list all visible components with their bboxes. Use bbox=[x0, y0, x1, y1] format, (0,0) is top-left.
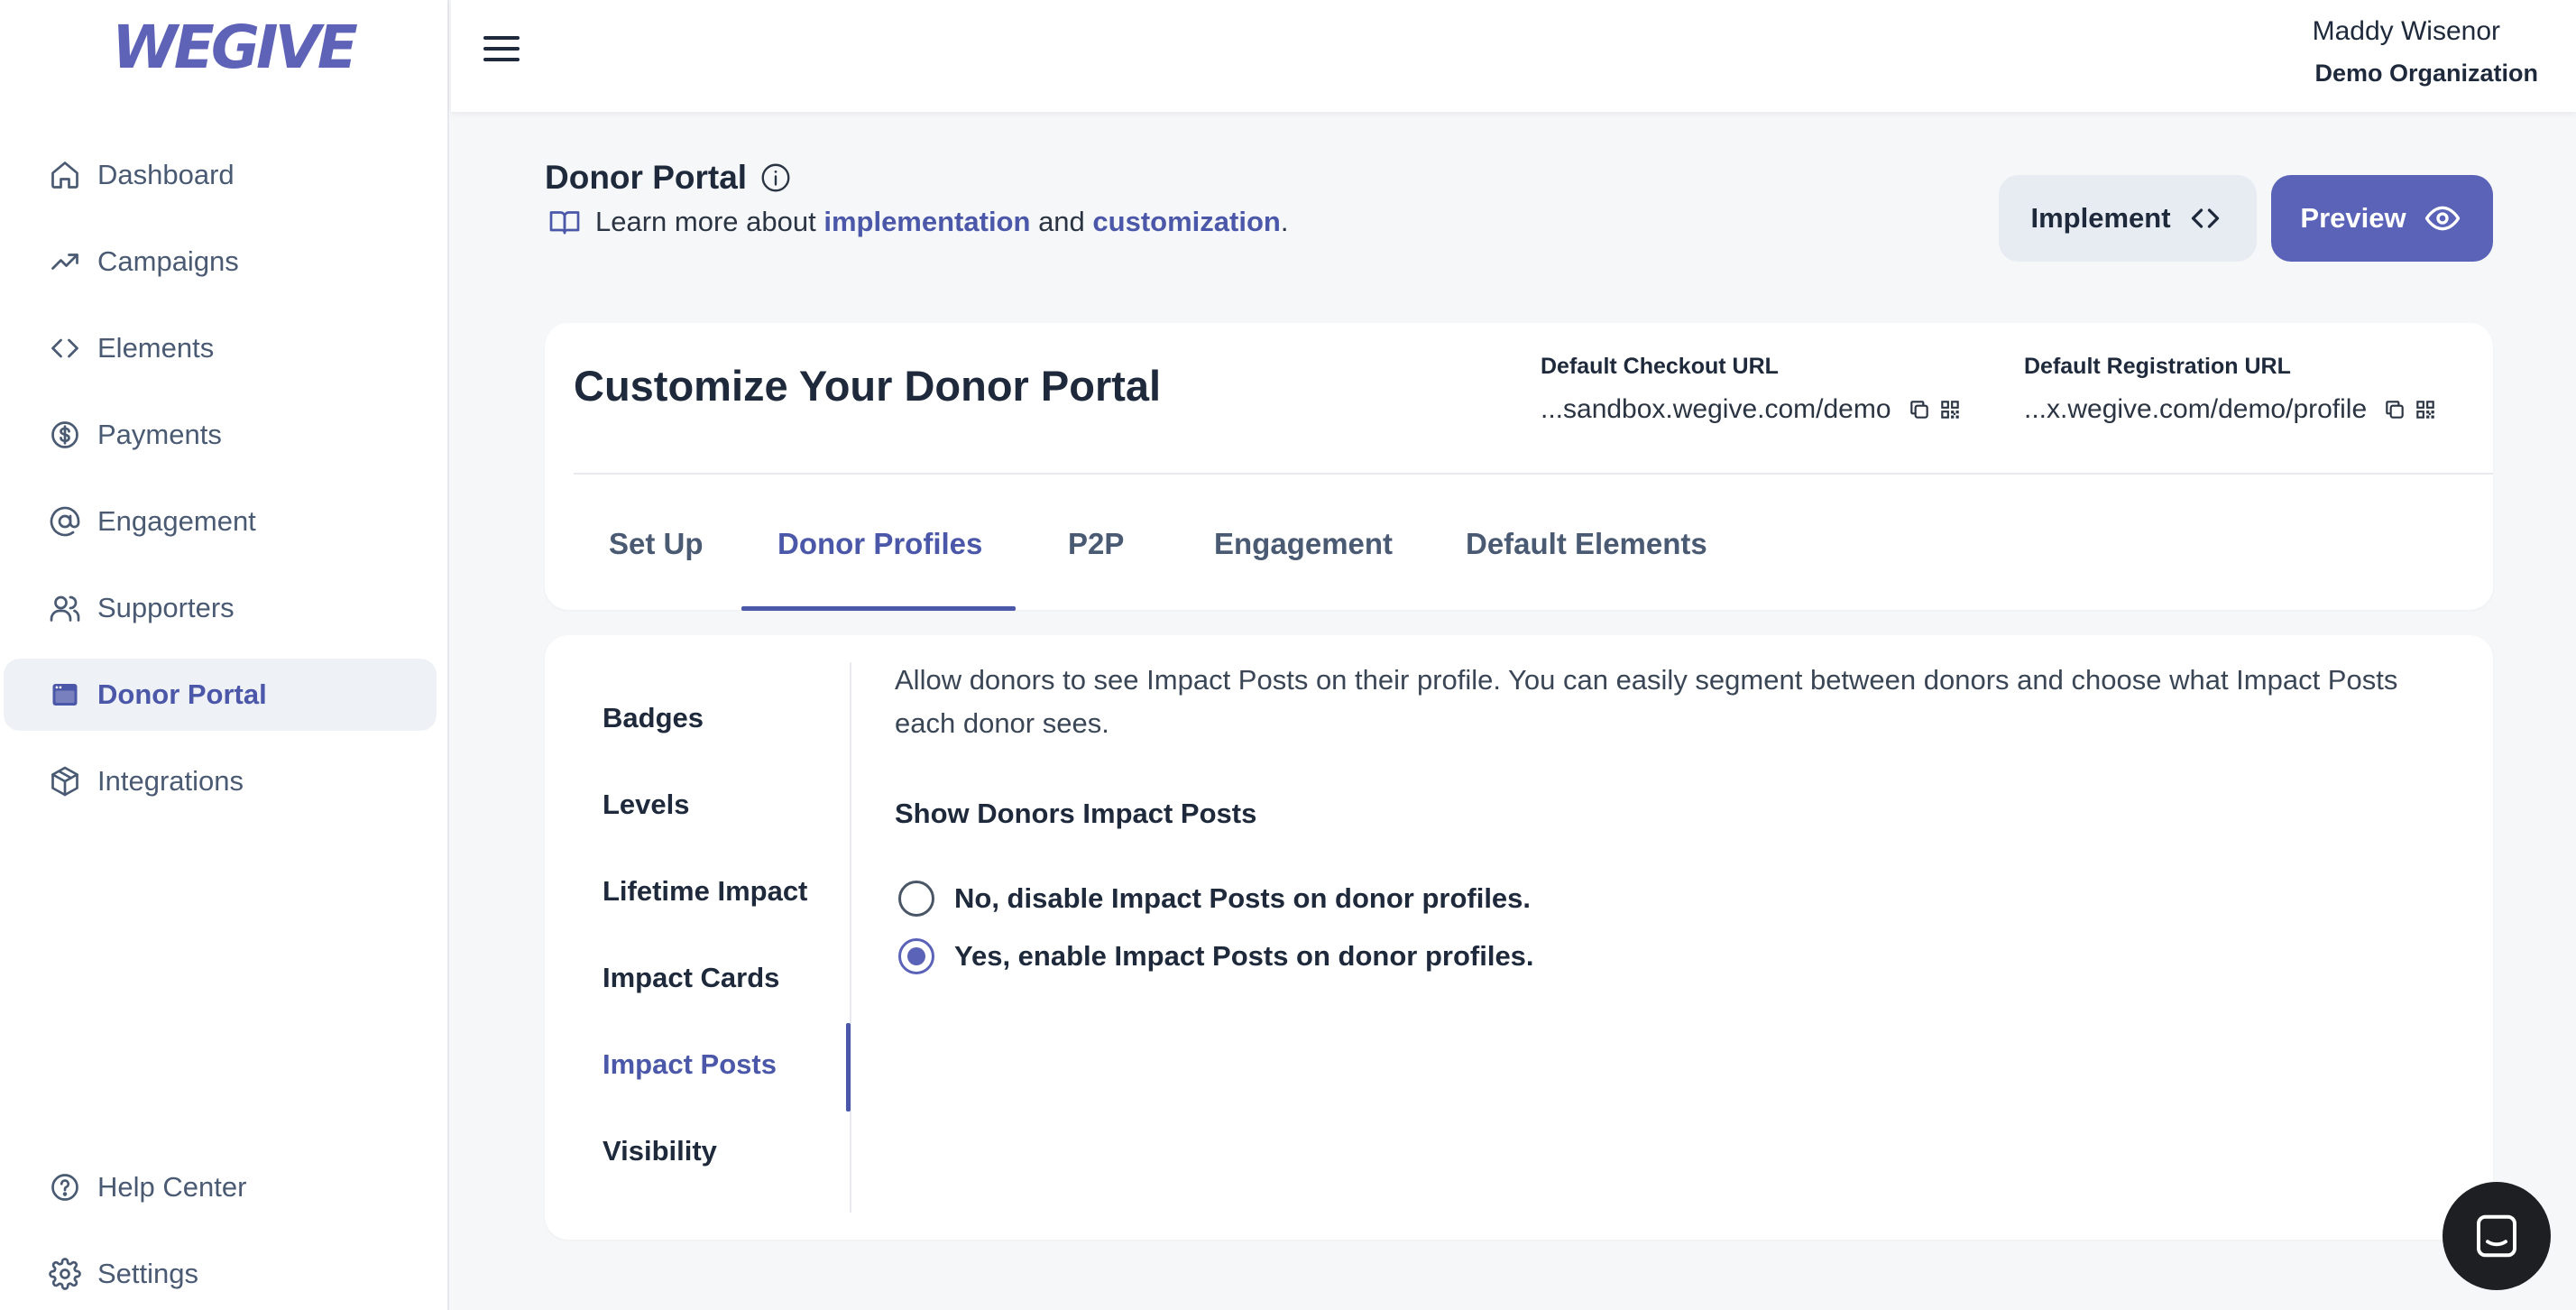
help-circle-icon bbox=[49, 1171, 81, 1204]
tab-donor-profiles[interactable]: Donor Profiles bbox=[777, 527, 982, 561]
subnav-levels[interactable]: Levels bbox=[603, 789, 690, 821]
subnav-lifetime-impact[interactable]: Lifetime Impact bbox=[603, 875, 807, 908]
impact-posts-description: Allow donors to see Impact Posts on thei… bbox=[895, 664, 2398, 739]
copy-icon[interactable] bbox=[2383, 398, 2406, 421]
sidebar-item-dashboard[interactable]: Dashboard bbox=[4, 139, 437, 211]
learn-more-and: and bbox=[1038, 206, 1085, 237]
radio-button[interactable] bbox=[898, 881, 934, 917]
qr-code-icon[interactable] bbox=[2414, 398, 2437, 421]
customize-card: Customize Your Donor Portal Default Chec… bbox=[545, 323, 2493, 611]
sidebar-item-campaigns[interactable]: Campaigns bbox=[4, 226, 437, 298]
sidebar-item-label: Integrations bbox=[97, 765, 244, 797]
page-title: Donor Portal bbox=[545, 159, 748, 196]
disable-impact-posts-option[interactable]: No, disable Impact Posts on donor profil… bbox=[898, 881, 1531, 917]
tab-default-elements[interactable]: Default Elements bbox=[1466, 527, 1707, 561]
radio-label: Yes, enable Impact Posts on donor profil… bbox=[954, 940, 1534, 972]
sidebar-item-label: Elements bbox=[97, 332, 215, 364]
subnav-impact-posts[interactable]: Impact Posts bbox=[603, 1048, 777, 1081]
sidebar-item-donor-portal[interactable]: Donor Portal bbox=[4, 659, 437, 731]
customization-link[interactable]: customization bbox=[1092, 206, 1280, 238]
home-icon bbox=[49, 159, 81, 191]
subnav-badges[interactable]: Badges bbox=[603, 702, 704, 734]
customize-title: Customize Your Donor Portal bbox=[574, 362, 1162, 410]
users-icon bbox=[49, 592, 81, 624]
sidebar-item-elements[interactable]: Elements bbox=[4, 312, 437, 384]
implement-button-label: Implement bbox=[2030, 202, 2171, 234]
sidebar-item-label: Donor Portal bbox=[97, 678, 267, 710]
wegive-logo[interactable]: WEGIVE bbox=[112, 12, 358, 82]
subnav-visibility[interactable]: Visibility bbox=[603, 1135, 717, 1167]
trending-up-icon bbox=[49, 245, 81, 278]
learn-more-row: Learn more about implementation and cust… bbox=[547, 206, 1288, 238]
info-icon[interactable] bbox=[759, 161, 792, 194]
active-tab-indicator bbox=[741, 606, 1016, 611]
preview-button[interactable]: Preview bbox=[2271, 175, 2493, 262]
sidebar-item-label: Campaigns bbox=[97, 245, 239, 277]
registration-url-label: Default Registration URL bbox=[2024, 354, 2291, 379]
cube-icon bbox=[49, 765, 81, 798]
tab-p2p[interactable]: P2P bbox=[1068, 527, 1124, 561]
dollar-circle-icon bbox=[49, 419, 81, 451]
sidebar: WEGIVE Dashboard Campaigns Elements Paym… bbox=[0, 0, 449, 1310]
preview-button-label: Preview bbox=[2300, 202, 2406, 234]
code-icon bbox=[49, 332, 81, 364]
tab-set-up[interactable]: Set Up bbox=[609, 527, 704, 561]
qr-code-icon[interactable] bbox=[1938, 398, 1962, 421]
checkout-url-label: Default Checkout URL bbox=[1541, 354, 1779, 379]
sidebar-item-integrations[interactable]: Integrations bbox=[4, 745, 437, 817]
logo-text: WEGIVE bbox=[112, 12, 358, 82]
at-sign-icon bbox=[49, 505, 81, 538]
checkout-url-block: Default Checkout URL ...sandbox.wegive.c… bbox=[1541, 354, 1962, 425]
tab-engagement[interactable]: Engagement bbox=[1214, 527, 1393, 561]
book-icon bbox=[547, 206, 583, 238]
subnav-impact-cards[interactable]: Impact Cards bbox=[603, 962, 779, 994]
registration-url-block: Default Registration URL ...x.wegive.com… bbox=[2024, 354, 2437, 425]
divider bbox=[574, 473, 2493, 475]
chat-launcher[interactable] bbox=[2443, 1182, 2551, 1290]
learn-more-period: . bbox=[1280, 206, 1289, 237]
sidebar-item-label: Engagement bbox=[97, 505, 256, 537]
eye-icon bbox=[2424, 206, 2460, 231]
chat-icon bbox=[2477, 1214, 2516, 1258]
enable-impact-posts-option[interactable]: Yes, enable Impact Posts on donor profil… bbox=[898, 938, 1534, 974]
sidebar-item-label: Payments bbox=[97, 419, 222, 450]
sidebar-item-settings[interactable]: Settings bbox=[4, 1238, 437, 1310]
page-title-row: Donor Portal bbox=[545, 159, 792, 197]
copy-icon[interactable] bbox=[1908, 398, 1931, 421]
sidebar-item-label: Supporters bbox=[97, 592, 235, 623]
top-header: Maddy Wisenor Demo Organization bbox=[451, 0, 2576, 112]
organization-name[interactable]: Demo Organization bbox=[2314, 60, 2538, 88]
implementation-link[interactable]: implementation bbox=[823, 206, 1030, 238]
donor-profiles-card: Badges Levels Lifetime Impact Impact Car… bbox=[545, 635, 2493, 1240]
sidebar-item-label: Help Center bbox=[97, 1171, 247, 1203]
radio-label: No, disable Impact Posts on donor profil… bbox=[954, 882, 1532, 914]
show-impact-posts-label: Show Donors Impact Posts bbox=[895, 798, 1257, 829]
gear-icon bbox=[49, 1258, 81, 1290]
implement-button[interactable]: Implement bbox=[1999, 175, 2257, 262]
user-name[interactable]: Maddy Wisenor bbox=[2313, 16, 2500, 47]
sidebar-item-supporters[interactable]: Supporters bbox=[4, 572, 437, 644]
sidebar-item-label: Settings bbox=[97, 1258, 199, 1289]
learn-more-text: Learn more about bbox=[595, 206, 816, 237]
menu-icon[interactable] bbox=[483, 36, 520, 69]
sidebar-item-help-center[interactable]: Help Center bbox=[4, 1151, 437, 1223]
browser-window-icon bbox=[49, 678, 81, 711]
code-icon bbox=[2191, 208, 2219, 228]
registration-url-value[interactable]: ...x.wegive.com/demo/profile bbox=[2024, 394, 2367, 425]
active-subnav-indicator bbox=[846, 1023, 851, 1112]
checkout-url-value[interactable]: ...sandbox.wegive.com/demo bbox=[1541, 394, 1891, 425]
subnav-divider bbox=[850, 662, 851, 1213]
sidebar-item-engagement[interactable]: Engagement bbox=[4, 485, 437, 558]
sidebar-item-label: Dashboard bbox=[97, 159, 235, 190]
sidebar-item-payments[interactable]: Payments bbox=[4, 399, 437, 471]
radio-button-selected[interactable] bbox=[898, 938, 934, 974]
